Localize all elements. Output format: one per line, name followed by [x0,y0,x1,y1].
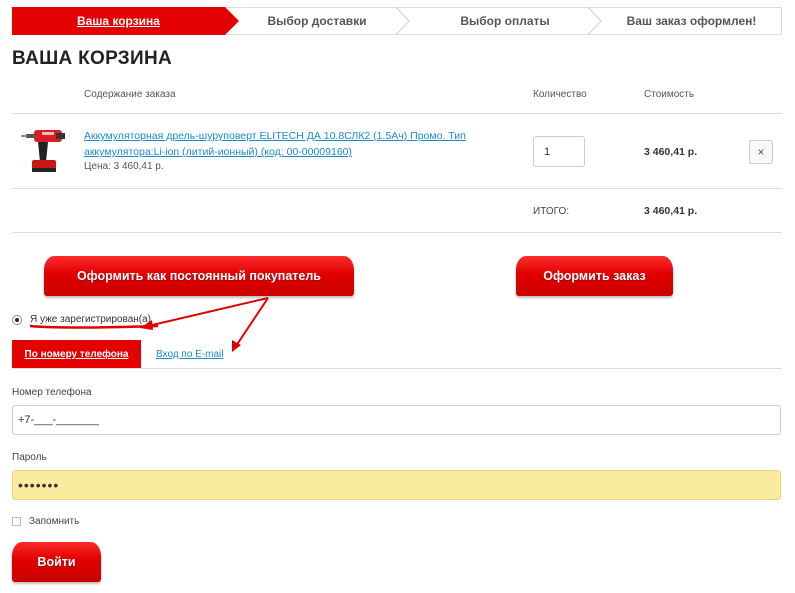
remember-checkbox[interactable] [12,517,21,526]
login-button[interactable]: Войти [12,542,101,582]
header-cost: Стоимость [644,89,695,100]
item-cost: 3 460,41 р. [644,146,698,158]
table-divider [12,113,782,114]
arrowhead [232,340,241,352]
step-separator [396,7,410,35]
password-field[interactable] [12,470,781,500]
place-order-label: Оформить заказ [543,269,646,283]
close-icon[interactable]: × [749,140,773,164]
phone-label: Номер телефона [12,387,92,398]
place-order-button[interactable]: Оформить заказ [516,256,673,296]
step-cart-label[interactable]: Ваша корзина [77,14,160,28]
regular-customer-label: Оформить как постоянный покупатель [77,269,321,283]
step-done: Ваш заказ оформлен! [601,7,782,35]
total-value: 3 460,41 р. [644,205,698,217]
tab-divider [12,368,782,369]
product-price: Цена: 3 460,41 р. [84,161,164,172]
page-title: ВАША КОРЗИНА [12,48,172,69]
underline-annotation [29,324,159,329]
arrow-line [147,297,269,327]
registered-label[interactable]: Я уже зарегистрирован(а) [30,314,151,325]
phone-field[interactable] [12,405,781,435]
table-divider [12,232,782,233]
table-divider [12,188,782,189]
product-link[interactable]: Аккумуляторная дрель-шуруповерт ELITECH … [84,128,474,160]
step-separator [588,7,602,35]
total-label: ИТОГО: [533,206,570,217]
arrow-line [235,297,269,347]
header-content: Содержание заказа [84,89,176,100]
step-payment-label: Выбор оплаты [460,14,550,28]
registered-radio[interactable] [12,315,22,325]
step-done-label: Ваш заказ оформлен! [626,14,757,28]
tab-email[interactable]: Вход по E-mail [156,349,224,360]
step-payment: Выбор оплаты [409,7,601,35]
password-label: Пароль [12,452,47,463]
checkout-steps: Ваша корзина Выбор доставки Выбор оплаты… [12,7,782,35]
drill-image[interactable] [20,124,66,176]
quantity-input[interactable] [533,136,585,167]
regular-customer-button[interactable]: Оформить как постоянный покупатель [44,256,354,296]
header-quantity: Количество [533,89,587,100]
remember-label[interactable]: Запомнить [29,516,79,527]
step-cart[interactable]: Ваша корзина [12,7,239,35]
tab-phone[interactable]: По номеру телефона [12,340,141,369]
step-delivery: Выбор доставки [225,7,409,35]
step-delivery-label: Выбор доставки [267,14,367,28]
login-label: Войти [37,555,76,569]
